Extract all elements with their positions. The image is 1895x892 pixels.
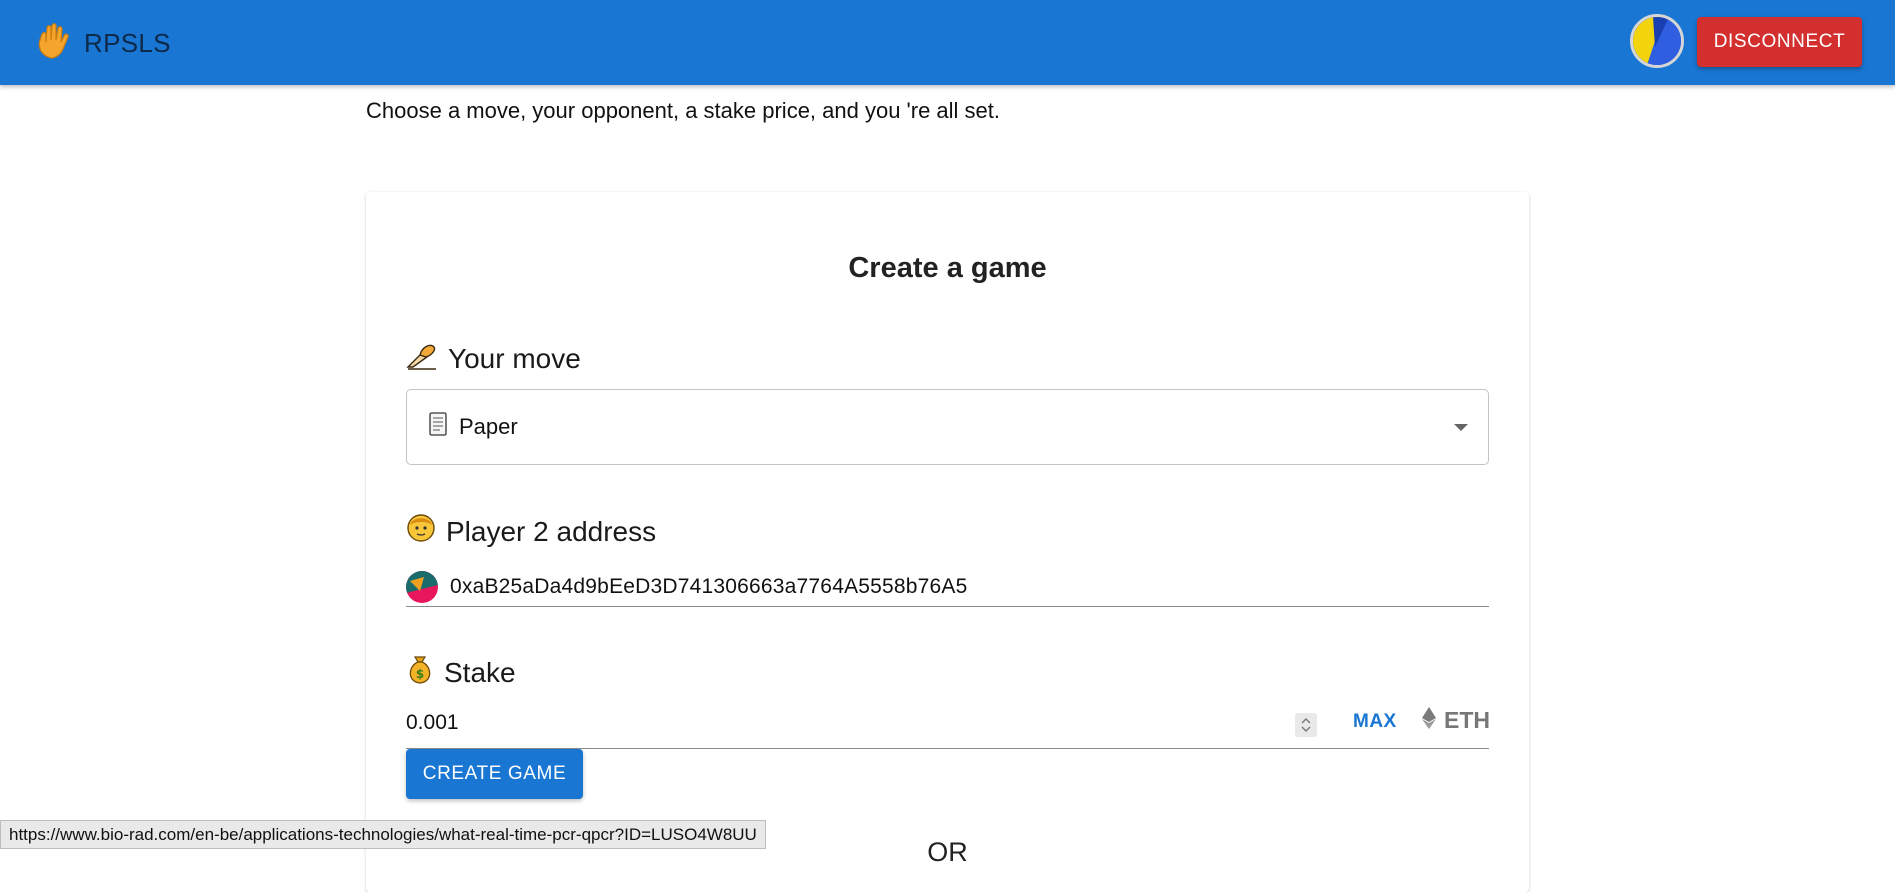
player2-label: Player 2 address (406, 513, 656, 550)
create-game-button[interactable]: CREATE GAME (406, 749, 583, 799)
create-game-card: Create a game Your move Paper Player 2 a… (366, 192, 1529, 892)
svg-text:$: $ (416, 667, 424, 681)
address-avatar (406, 570, 438, 603)
card-title: Create a game (848, 252, 1047, 284)
player2-address-field[interactable]: 0xaB25aDa4d9bEeD3D741306663a7764A5558b76… (406, 567, 1489, 607)
app-bar: RPSLS DISCONNECT (0, 0, 1895, 85)
money-bag-icon: $ (406, 653, 434, 692)
face-icon (406, 513, 436, 550)
currency-adornment: ETH (1422, 707, 1490, 734)
brand[interactable]: RPSLS (34, 22, 171, 65)
number-spinner[interactable] (1295, 713, 1317, 737)
move-select[interactable]: Paper (406, 389, 1489, 465)
stake-input[interactable]: 0.001 (406, 711, 459, 735)
player2-address-input: 0xaB25aDa4d9bEeD3D741306663a7764A5558b76… (450, 574, 968, 598)
writing-hand-icon (406, 339, 438, 378)
hand-icon (34, 22, 72, 65)
disconnect-button[interactable]: DISCONNECT (1697, 17, 1862, 67)
max-button[interactable]: MAX (1353, 711, 1397, 733)
scroll-icon (427, 411, 451, 443)
stake-field[interactable]: 0.001 MAX ETH (406, 705, 1490, 749)
link-status-bar: https://www.bio-rad.com/en-be/applicatio… (0, 820, 766, 849)
currency-label: ETH (1444, 707, 1490, 733)
wallet-avatar[interactable] (1630, 14, 1684, 68)
selected-move: Paper (459, 414, 518, 439)
your-move-label: Your move (406, 339, 581, 378)
chevron-down-icon[interactable] (1454, 424, 1468, 431)
stake-label: $ Stake (406, 653, 516, 692)
brand-title: RPSLS (84, 28, 171, 58)
intro-text: Choose a move, your opponent, a stake pr… (366, 98, 1001, 123)
ethereum-icon (1422, 707, 1436, 734)
